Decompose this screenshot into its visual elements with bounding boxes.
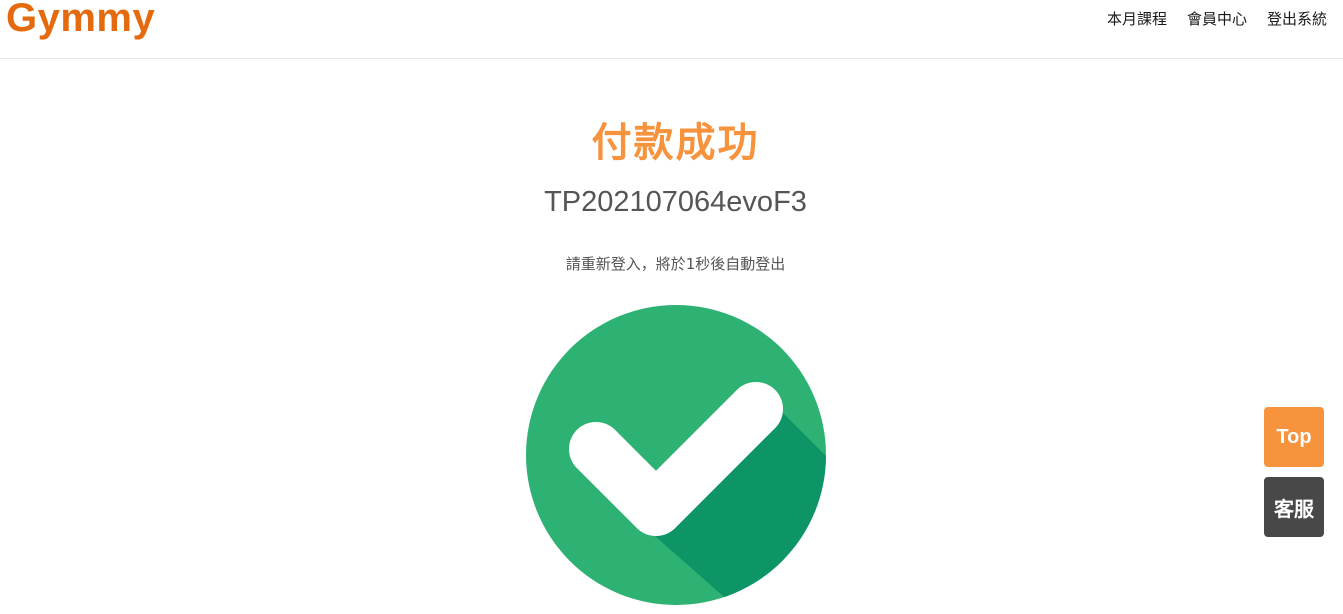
nav-item-logout[interactable]: 登出系統 (1267, 8, 1327, 29)
order-id: TP202107064evoF3 (544, 186, 807, 218)
nav-links: 本月課程 會員中心 登出系統 (1107, 8, 1327, 29)
page-title: 付款成功 (591, 120, 760, 166)
top-button[interactable]: Top (1264, 407, 1324, 467)
nav-item-monthly-courses[interactable]: 本月課程 (1107, 8, 1167, 29)
check-circle-icon (526, 305, 826, 605)
logo[interactable]: Gymmy (6, 0, 155, 41)
logout-notice: 請重新登入，將於1秒後自動登出 (565, 255, 786, 273)
navbar: Gymmy 本月課程 會員中心 登出系統 (0, 0, 1343, 59)
nav-item-member-center[interactable]: 會員中心 (1187, 8, 1247, 29)
customer-service-button[interactable]: 客服 (1264, 477, 1324, 537)
